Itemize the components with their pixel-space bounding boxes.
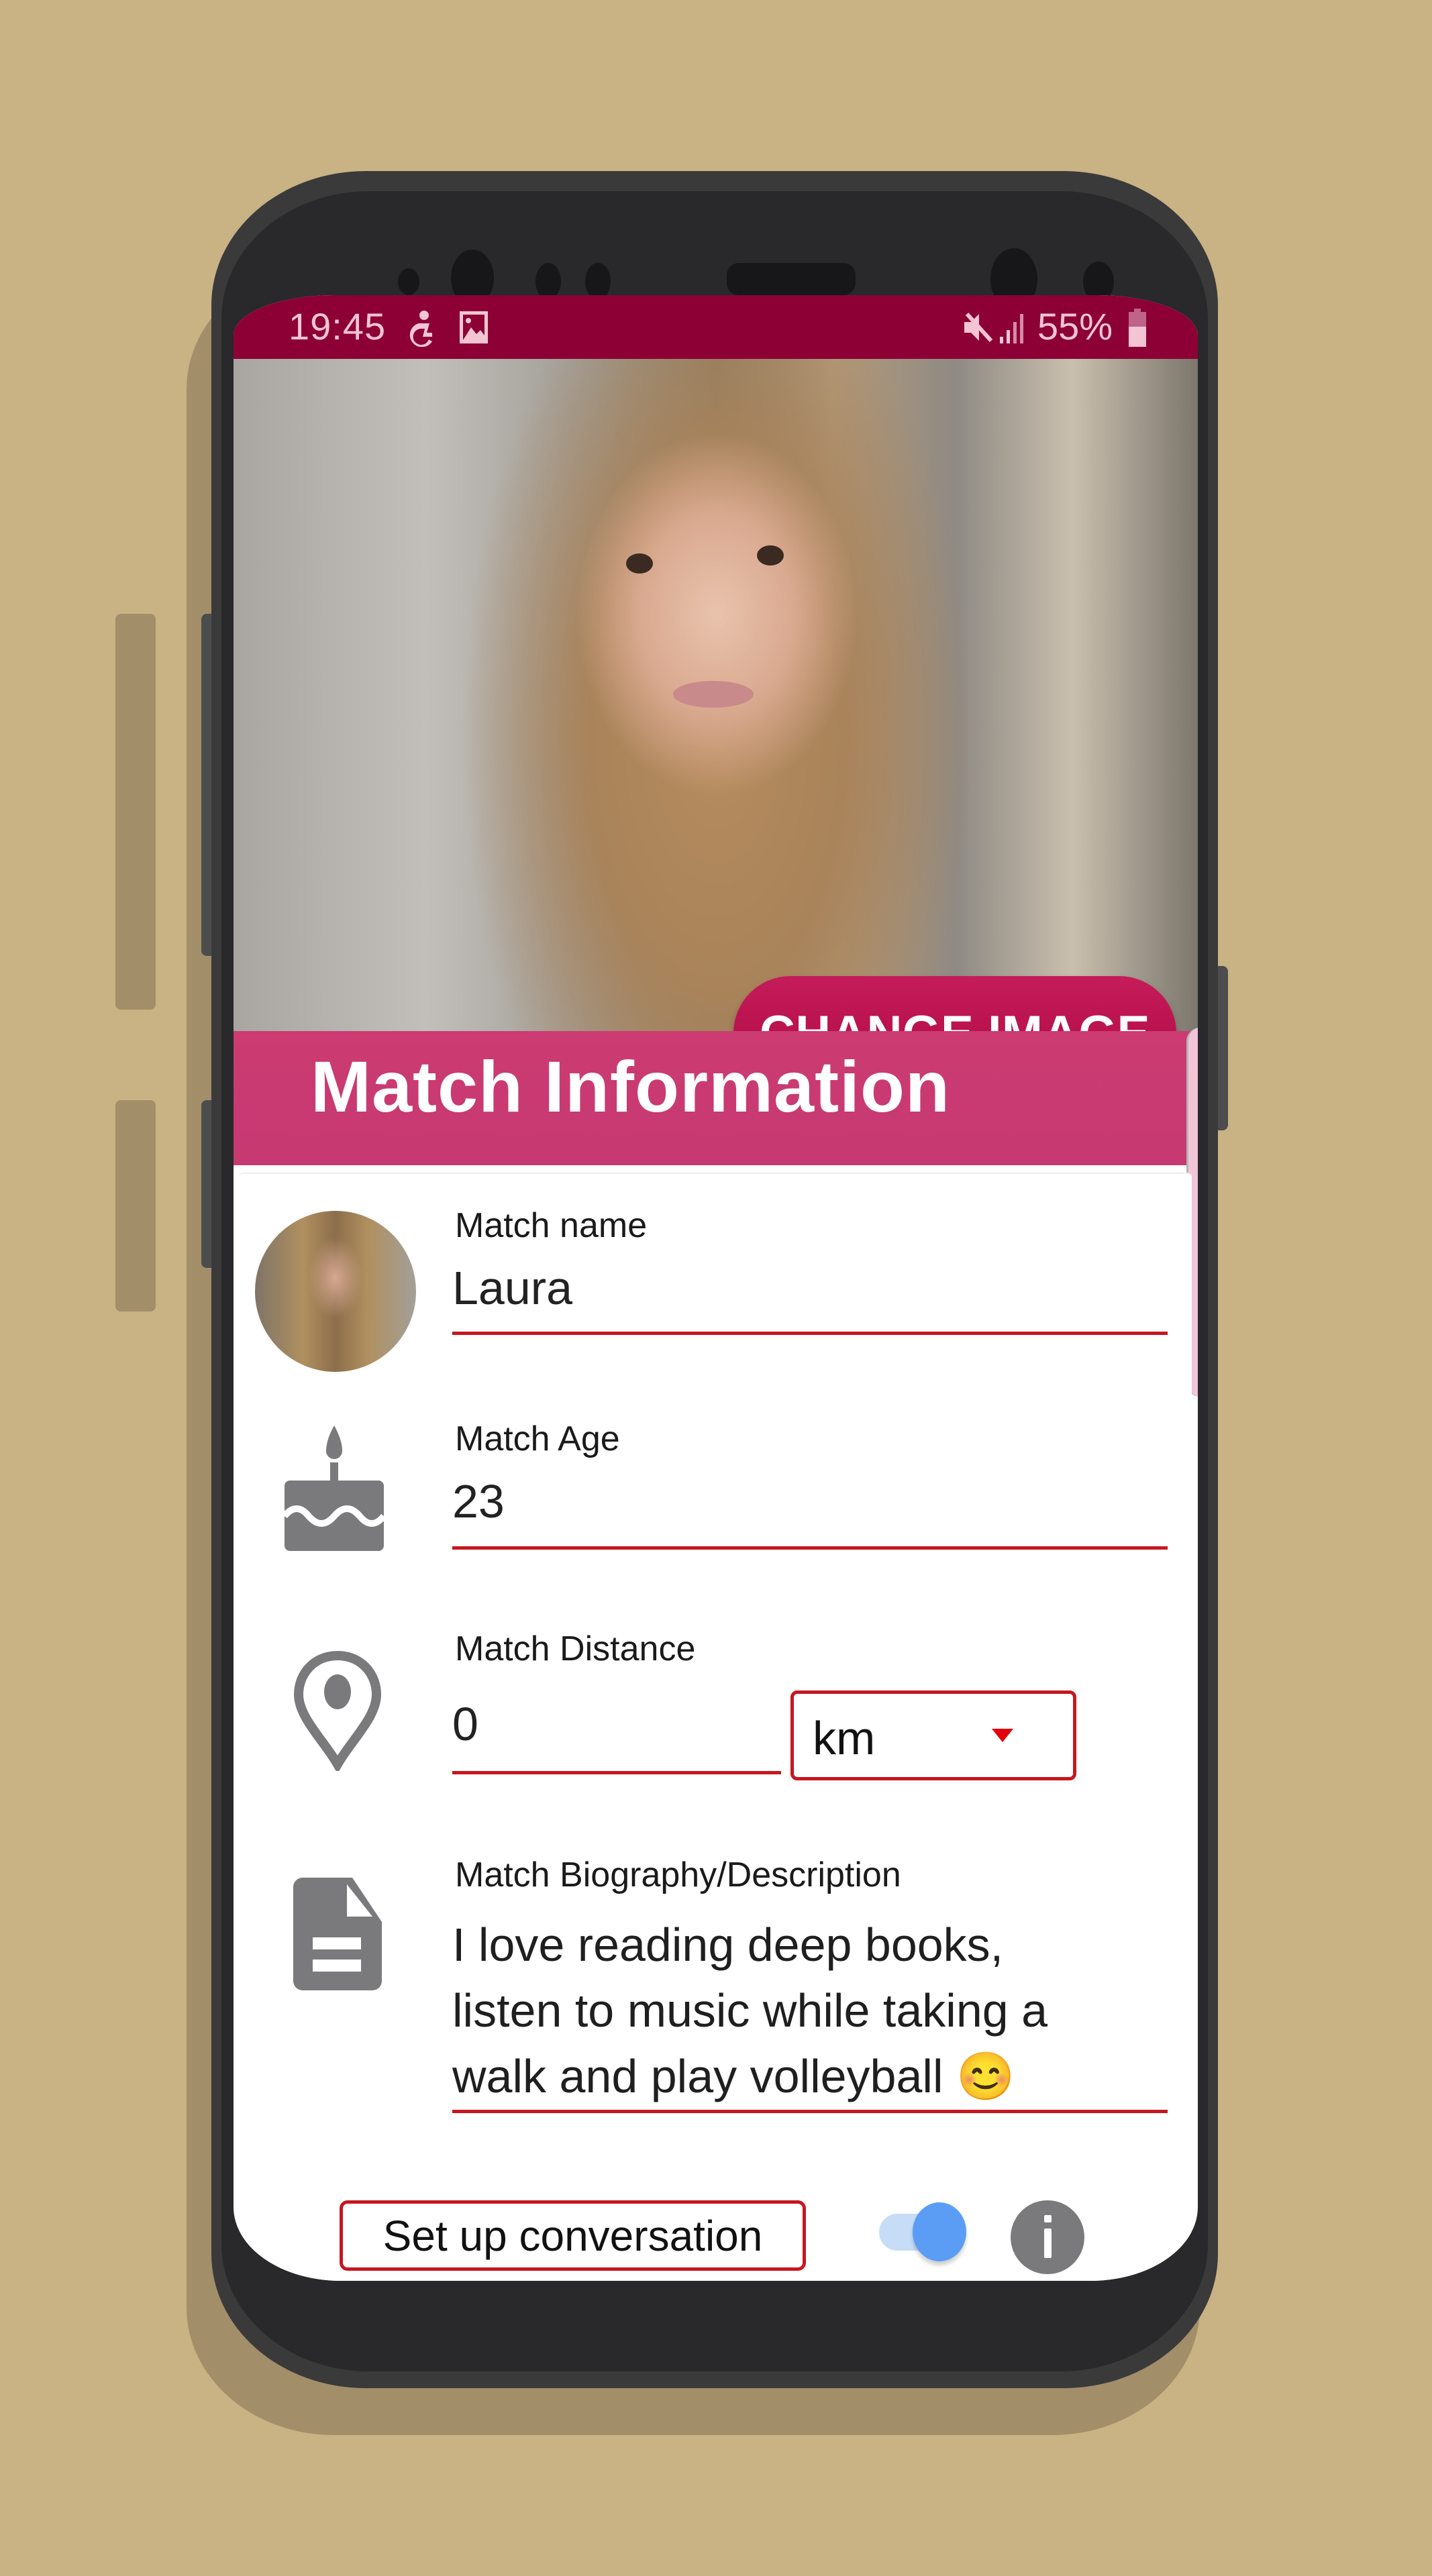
section-header: Match Information [234,1031,1198,1165]
status-time: 19:45 [289,305,387,347]
signal-icon [999,310,1028,354]
info-icon [1044,2215,1052,2222]
distance-unit-value: km [813,1712,876,1764]
distance-unit-dropdown[interactable]: km [790,1690,1076,1780]
status-bar: 19:45 55% [234,295,1198,360]
bio-line: walk and play volleyball 😊 [452,2050,1015,2102]
battery-icon [1127,309,1147,356]
match-distance-underline [452,1771,781,1774]
photo-detail [673,681,754,708]
accessibility-icon [409,310,436,356]
sensor-dot [585,263,611,300]
setup-conversation-button[interactable]: Set up conversation [340,2200,806,2271]
match-distance-label: Match Distance [455,1629,696,1668]
page-title: Match Information [311,1046,950,1127]
match-name-underline [452,1332,1168,1335]
bio-line: I love reading deep books, [452,1919,1004,1971]
document-icon [291,1875,385,1996]
phone-side-shadow [115,614,156,1010]
sensor-dot [398,268,419,295]
match-avatar[interactable] [255,1211,416,1372]
bio-line: listen to music while taking a [452,1984,1048,2037]
match-age-input[interactable]: 23 [452,1474,505,1528]
sensor-dot [535,263,561,300]
match-photo: CHANGE IMAGE [234,359,1198,1090]
mute-icon [962,310,995,354]
chevron-down-icon [992,1729,1013,1742]
image-notification-icon [458,310,489,354]
info-button[interactable] [1011,2200,1084,2274]
phone-side-shadow [115,1100,156,1311]
toggle-thumb[interactable] [913,2202,966,2261]
cake-icon [280,1426,388,1556]
match-bio-label: Match Biography/Description [455,1856,901,1894]
location-pin-icon [291,1650,385,1774]
match-bio-input[interactable]: I love reading deep books, listen to mus… [452,1912,1047,2109]
photo-detail [757,545,784,566]
battery-percent: 55% [1037,305,1113,347]
match-age-label: Match Age [455,1419,620,1458]
match-age-underline [452,1546,1168,1550]
photo-detail [626,553,653,574]
info-icon-bar [1044,2229,1052,2258]
match-name-label: Match name [455,1206,648,1245]
app-screen: 19:45 55% CHANGE IMAGE Match Information… [234,295,1198,2281]
match-distance-input[interactable]: 0 [452,1697,478,1751]
match-name-input[interactable]: Laura [452,1261,572,1315]
earpiece-speaker [727,263,856,295]
match-bio-underline [452,2110,1168,2113]
